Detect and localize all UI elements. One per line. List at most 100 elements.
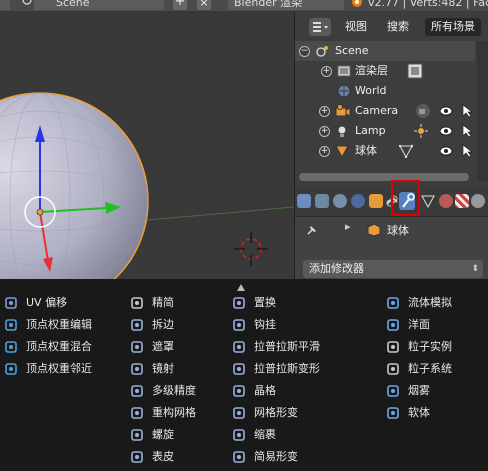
expand-icon[interactable]: + <box>319 126 330 137</box>
visibility-eye-icon[interactable] <box>439 105 453 117</box>
select-arrow-icon[interactable] <box>461 104 473 118</box>
editor-type-button[interactable] <box>309 18 331 36</box>
menu-item-label: 顶点权重邻近 <box>26 362 92 375</box>
menu-item-label: 烟雾 <box>408 384 430 397</box>
menu-item-label: 顶点权重编辑 <box>26 318 92 331</box>
visibility-eye-icon[interactable] <box>439 125 453 137</box>
scene-stats: v2.77 | Verts:482 | Face <box>368 0 488 9</box>
outliner-horizontal-scrollbar[interactable] <box>299 173 469 181</box>
object-tab-icon[interactable] <box>369 194 383 208</box>
scroll-up-icon[interactable] <box>236 283 246 293</box>
outliner-row-label: Scene <box>335 44 369 57</box>
collapse-icon[interactable]: − <box>299 46 310 57</box>
outliner-row-sphere[interactable]: + 球体 <box>295 141 475 161</box>
world-icon <box>337 84 351 98</box>
viewport-canvas[interactable] <box>0 11 294 279</box>
outliner-header: 视图 搜索 所有场景 <box>295 16 488 38</box>
simple-deform-icon <box>232 450 246 464</box>
outliner-row-scene[interactable]: − Scene <box>295 41 475 61</box>
mesh-object-icon <box>335 145 349 158</box>
decimate-icon <box>130 296 144 310</box>
context-path: ▸ 球体 <box>295 218 488 242</box>
outliner-scrollbar-track[interactable] <box>477 41 488 181</box>
menu-item-label: 网格形变 <box>254 406 298 419</box>
menu-item-label: 软体 <box>408 406 430 419</box>
breadcrumb-arrow-icon: ▸ <box>345 220 351 233</box>
outliner-row-label: World <box>355 84 387 97</box>
properties-panel: ▸ 球体 添加修改器 ⬍ <box>294 180 488 279</box>
world-tab-icon[interactable] <box>351 194 365 208</box>
scene-icon <box>20 0 34 10</box>
menu-item-label: 遮罩 <box>152 340 174 353</box>
add-scene-button[interactable]: + <box>173 0 187 10</box>
render-tab-icon[interactable] <box>297 194 311 208</box>
add-modifier-dropdown[interactable]: 添加修改器 ⬍ <box>303 260 483 278</box>
visibility-eye-icon[interactable] <box>439 145 453 157</box>
render-engine-selector[interactable]: Blender 渲染 <box>228 0 344 10</box>
menu-item-label: 粒子系统 <box>408 362 452 375</box>
render-layer-icon <box>407 63 423 79</box>
menu-item-label: 精简 <box>152 296 174 309</box>
shrinkwrap-icon <box>232 428 246 442</box>
select-arrow-icon[interactable] <box>461 144 473 158</box>
editor-menu-button[interactable] <box>0 0 10 10</box>
outliner-row-label: Camera <box>355 104 399 117</box>
menu-item-label: 简易形变 <box>254 450 298 463</box>
pin-icon[interactable] <box>305 223 319 237</box>
outliner-row-world[interactable]: World <box>295 81 475 101</box>
mirror-icon <box>130 362 144 376</box>
outliner-row-label: 渲染层 <box>355 64 388 77</box>
camera-data-icon <box>416 104 430 118</box>
lamp-icon <box>337 125 347 137</box>
lattice-icon <box>232 384 246 398</box>
outliner-row-lamp[interactable]: + Lamp <box>295 121 475 141</box>
texture-tab-icon[interactable] <box>455 194 469 208</box>
object-data-tab-icon[interactable] <box>421 194 435 209</box>
outliner-row-label: 球体 <box>355 144 377 157</box>
deform-icon <box>232 362 246 376</box>
expand-icon[interactable]: + <box>319 146 330 157</box>
3d-viewport[interactable] <box>0 11 294 279</box>
particles-tab-icon[interactable] <box>471 194 485 208</box>
display-filter-select[interactable]: 所有场景 <box>425 18 481 36</box>
menu-item-label: 螺旋 <box>152 428 174 441</box>
delete-scene-button[interactable]: × <box>197 0 211 10</box>
render-layers-icon <box>337 65 351 77</box>
sphere-object <box>0 92 149 279</box>
soft-body-icon <box>386 406 400 420</box>
scene-tab-icon[interactable] <box>333 194 347 208</box>
menu-item-label: 镜射 <box>152 362 174 375</box>
mask-icon <box>130 340 144 354</box>
skin-icon <box>130 450 144 464</box>
camera-icon <box>335 104 351 117</box>
outliner-row-render-layers[interactable]: + 渲染层 <box>295 61 475 81</box>
search-menu[interactable]: 搜索 <box>381 18 415 36</box>
menu-item-label: 表皮 <box>152 450 174 463</box>
menu-item-label: 拉普拉斯平滑 <box>254 340 320 353</box>
scene-icon <box>316 46 328 57</box>
smoke-icon <box>386 384 400 398</box>
vertex-weight-icon <box>4 318 18 332</box>
material-tab-icon[interactable] <box>439 194 453 208</box>
menu-item-label: 洋面 <box>408 318 430 331</box>
view-menu[interactable]: 视图 <box>339 18 373 36</box>
3d-cursor[interactable] <box>234 232 268 266</box>
outliner-row-camera[interactable]: + Camera <box>295 101 475 121</box>
blender-logo-icon <box>348 0 364 10</box>
scene-selector[interactable]: Scene <box>34 0 164 10</box>
menu-item-label: UV 偏移 <box>26 296 68 309</box>
outliner-panel: 视图 搜索 所有场景 − Scene + 渲染层 World + Camera … <box>294 11 488 186</box>
select-arrow-icon[interactable] <box>461 124 473 138</box>
menu-item-label: 拉普拉斯变形 <box>254 362 320 375</box>
expand-icon[interactable]: + <box>321 66 332 77</box>
fluid-icon <box>386 296 400 310</box>
menu-item-label: 粒子实例 <box>408 340 452 353</box>
render-layers-tab-icon[interactable] <box>315 194 329 208</box>
add-modifier-menu: UV 偏移 顶点权重编辑 顶点权重混合 顶点权重邻近 精简 拆边 遮罩 镜射 多级精度 重构网格螺… <box>0 279 488 463</box>
uv-project-icon <box>4 296 18 310</box>
vertex-weight-icon <box>4 340 18 354</box>
menu-item-label: 钩挂 <box>254 318 276 331</box>
expand-icon[interactable]: + <box>319 106 330 117</box>
mesh-deform-icon <box>232 406 246 420</box>
multires-icon <box>130 384 144 398</box>
